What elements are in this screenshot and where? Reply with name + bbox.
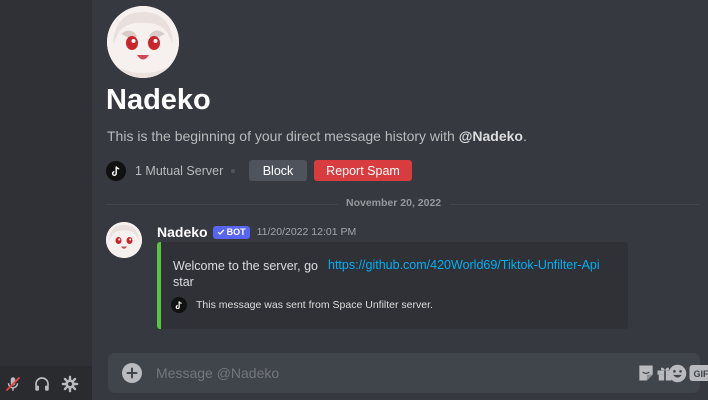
date-divider-line-left (106, 204, 338, 205)
dm-channel: Nadeko This is the beginning of your dir… (92, 0, 708, 400)
date-divider: November 20, 2022 (346, 197, 442, 209)
message-embed: Welcome to the server, go star https://g… (157, 242, 628, 329)
embed-footer-text: This message was sent from Space Unfilte… (196, 299, 433, 311)
intro-suffix: . (522, 128, 527, 144)
date-divider-line-right (450, 204, 700, 205)
bot-tag: BOT (212, 225, 250, 239)
gif-icon-label: GIF (694, 369, 708, 379)
profile-name: Nadeko (106, 84, 211, 116)
dm-intro-text: This is the beginning of your direct mes… (107, 128, 527, 144)
message-composer: GIF (108, 353, 708, 393)
embed-description: Welcome to the server, go star (173, 259, 318, 289)
profile-avatar[interactable] (107, 6, 179, 78)
emoji-icon[interactable] (666, 362, 688, 384)
report-spam-button[interactable]: Report Spam (314, 160, 412, 181)
gif-icon[interactable]: GIF (689, 362, 708, 384)
verified-check-icon (217, 229, 224, 235)
add-plus-icon[interactable] (122, 363, 142, 383)
channel-sidebar (0, 0, 92, 400)
message-author[interactable]: Nadeko (157, 224, 208, 240)
tiktok-icon (106, 161, 126, 181)
intro-prefix: This is the beginning of your direct mes… (107, 128, 459, 144)
mutual-servers-button[interactable]: 1 Mutual Server (106, 160, 223, 182)
message-timestamp: 11/20/2022 12:01 PM (256, 226, 357, 238)
settings-gear-icon[interactable] (60, 374, 80, 394)
embed-link[interactable]: https://github.com/420World69/Tiktok-Unf… (328, 258, 600, 272)
bot-tag-label: BOT (226, 227, 246, 237)
user-panel (0, 366, 92, 400)
mute-mic-icon[interactable] (3, 374, 23, 394)
tiktok-icon (171, 297, 187, 313)
embed-footer: This message was sent from Space Unfilte… (171, 297, 433, 313)
sticker-icon[interactable] (635, 362, 657, 384)
message-input[interactable] (156, 362, 506, 384)
block-button[interactable]: Block (249, 160, 307, 181)
mutual-servers-label: 1 Mutual Server (135, 164, 224, 178)
headphones-icon[interactable] (32, 374, 52, 394)
message-header: Nadeko BOT 11/20/2022 12:01 PM (157, 224, 356, 240)
separator-dot (231, 169, 235, 173)
message-avatar[interactable] (106, 222, 142, 258)
intro-mention[interactable]: @Nadeko (459, 128, 523, 144)
